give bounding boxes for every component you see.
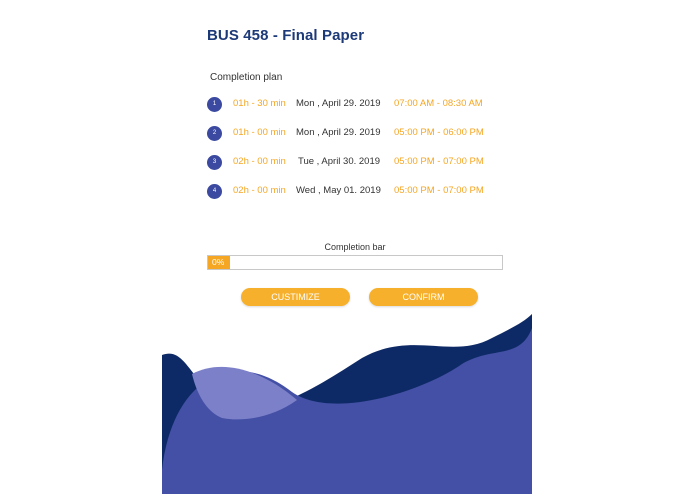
plan-time: 05:00 PM - 07:00 PM (394, 156, 484, 167)
completion-progress-fill: 0% (208, 256, 230, 269)
plan-item[interactable]: 3 02h - 00 min Tue , April 30. 2019 05:0… (207, 154, 497, 183)
plan-item[interactable]: 1 01h - 30 min Mon , April 29. 2019 07:0… (207, 96, 497, 125)
completion-plan-list: 1 01h - 30 min Mon , April 29. 2019 07:0… (207, 96, 497, 212)
completion-progress-bar: 0% (207, 255, 503, 270)
plan-duration: 02h - 00 min (233, 185, 286, 196)
plan-date: Wed , May 01. 2019 (296, 185, 381, 196)
page-title: BUS 458 - Final Paper (207, 27, 365, 44)
plan-date: Mon , April 29. 2019 (296, 98, 381, 109)
plan-duration: 01h - 00 min (233, 127, 286, 138)
completion-percent-text: 0% (212, 257, 225, 267)
plan-time: 05:00 PM - 07:00 PM (394, 185, 484, 196)
plan-date: Tue , April 30. 2019 (298, 156, 381, 167)
decorative-wave-background (162, 314, 532, 494)
step-number-badge: 1 (207, 97, 222, 112)
plan-time: 05:00 PM - 06:00 PM (394, 127, 484, 138)
plan-time: 07:00 AM - 08:30 AM (394, 98, 483, 109)
completion-bar-label: Completion bar (324, 242, 386, 252)
step-number-badge: 3 (207, 155, 222, 170)
step-number-badge: 4 (207, 184, 222, 199)
completion-plan-label: Completion plan (210, 72, 283, 83)
plan-duration: 01h - 30 min (233, 98, 286, 109)
plan-item[interactable]: 2 01h - 00 min Mon , April 29. 2019 05:0… (207, 125, 497, 154)
step-number-badge: 2 (207, 126, 222, 141)
plan-date: Mon , April 29. 2019 (296, 127, 381, 138)
plan-item[interactable]: 4 02h - 00 min Wed , May 01. 2019 05:00 … (207, 183, 497, 212)
plan-duration: 02h - 00 min (233, 156, 286, 167)
